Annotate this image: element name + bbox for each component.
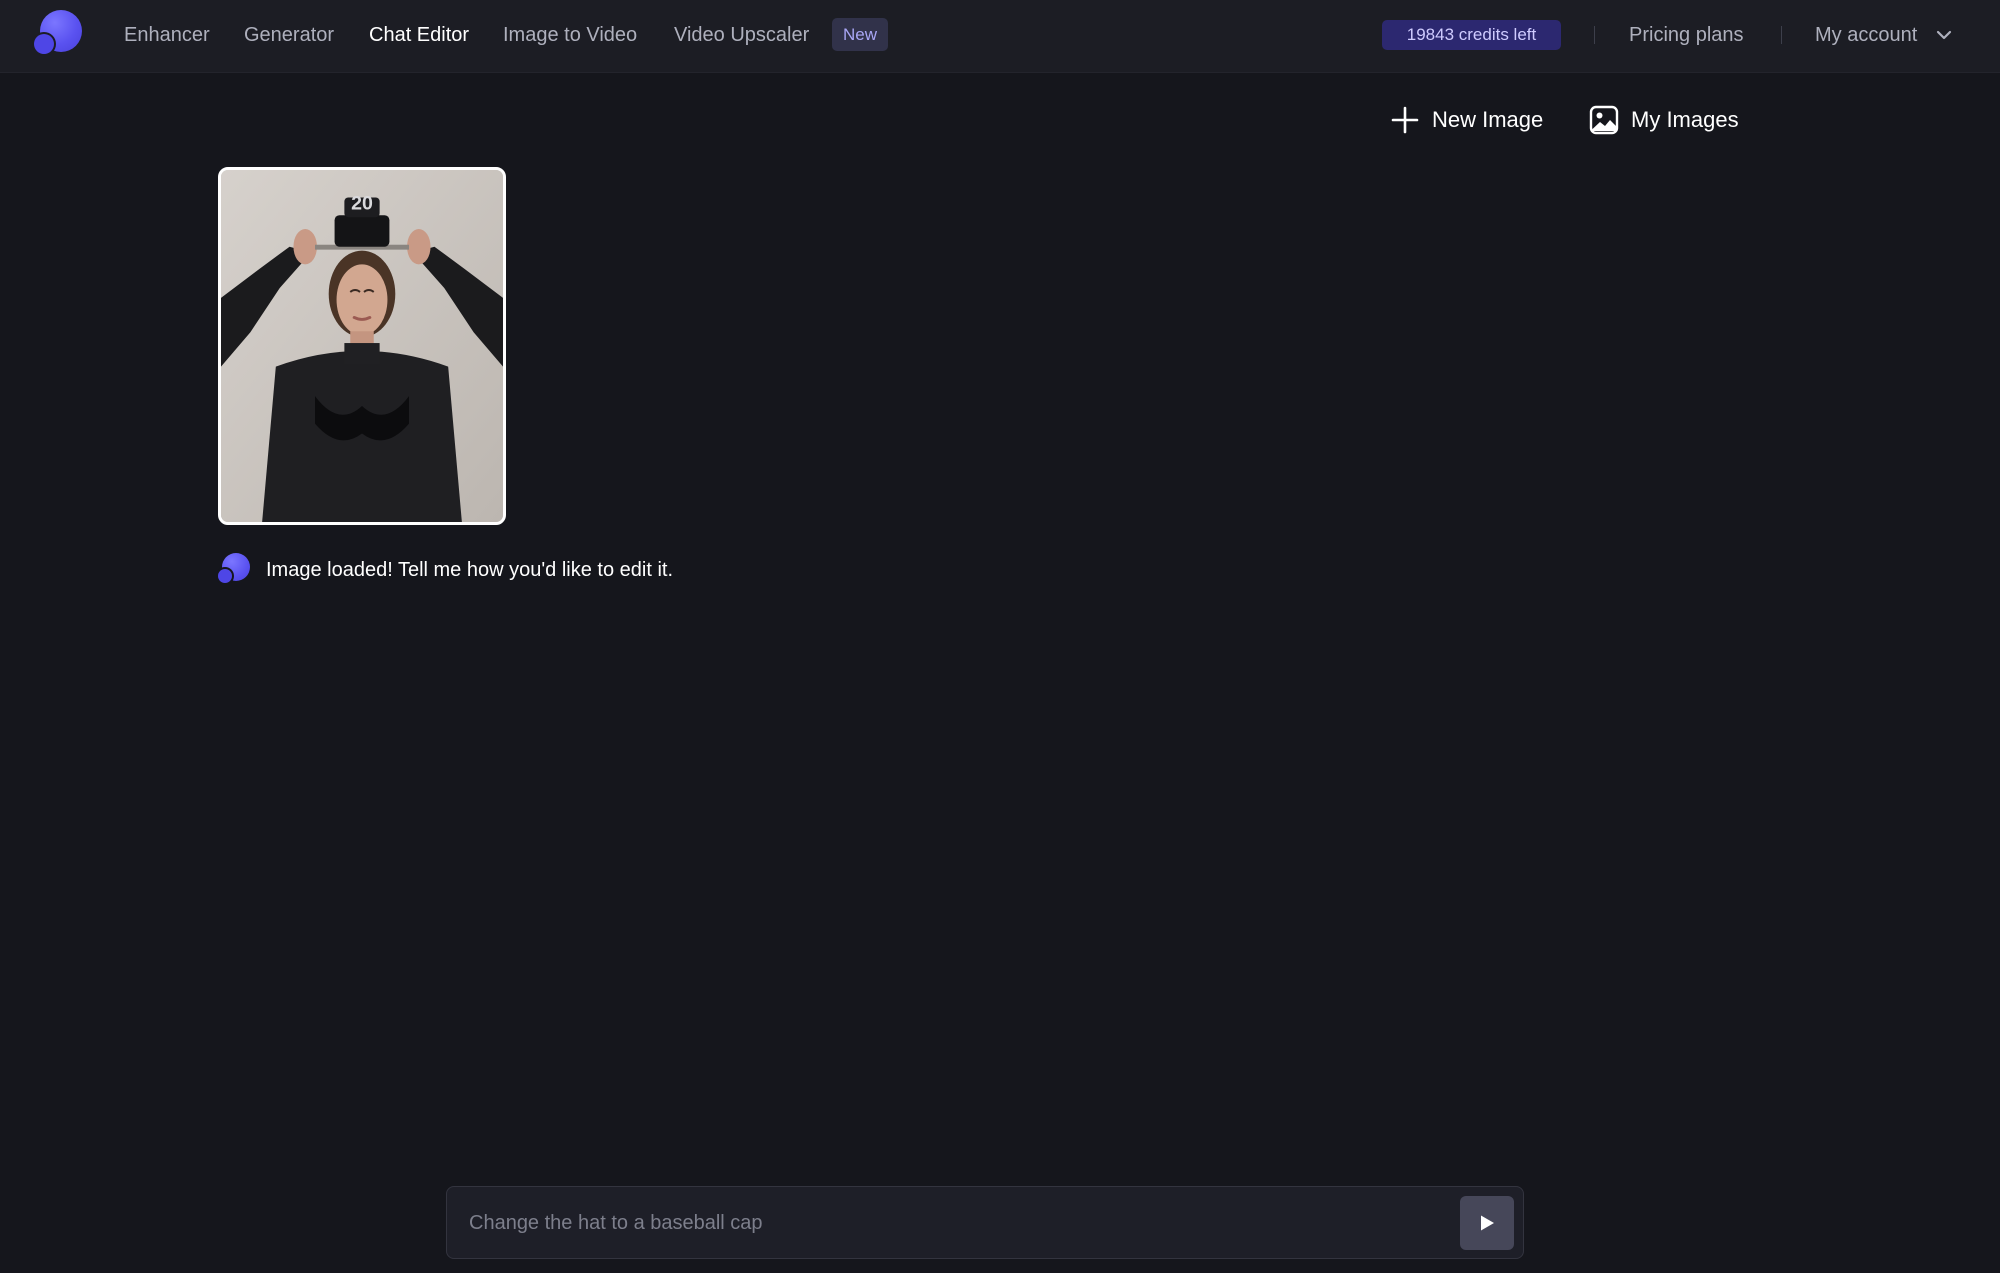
app-logo-icon[interactable]	[34, 10, 84, 58]
chevron-down-icon[interactable]	[1934, 25, 1954, 45]
nav-divider	[1781, 26, 1782, 44]
my-account-menu[interactable]: My account	[1815, 22, 1917, 48]
nav-link-chat-editor[interactable]: Chat Editor	[369, 22, 469, 48]
new-badge: New	[832, 18, 889, 51]
logo-circle-small	[34, 34, 54, 54]
nav-link-enhancer[interactable]: Enhancer	[124, 22, 210, 48]
nav-divider	[1594, 26, 1595, 44]
svg-text:20: 20	[351, 192, 373, 214]
prompt-box	[446, 1186, 1524, 1259]
plus-icon	[1391, 106, 1419, 134]
bot-avatar-circle-small	[218, 569, 232, 583]
new-image-button[interactable]: New Image	[1390, 103, 1543, 137]
pricing-plans-link[interactable]: Pricing plans	[1629, 22, 1744, 48]
new-image-label: New Image	[1432, 107, 1544, 132]
my-images-label: My Images	[1631, 107, 1739, 132]
nav-link-generator[interactable]: Generator	[244, 22, 334, 48]
my-images-button[interactable]: My Images	[1589, 103, 1739, 137]
nav-link-video-upscaler[interactable]: Video Upscaler	[674, 22, 809, 48]
uploaded-photo-illustration: 20	[221, 170, 503, 522]
bot-message: Image loaded! Tell me how you'd like to …	[266, 559, 674, 581]
bot-avatar-icon	[218, 553, 252, 587]
send-play-icon	[1481, 1215, 1494, 1231]
prompt-input[interactable]	[469, 1205, 1409, 1241]
credits-badge[interactable]: 19843 credits left	[1382, 20, 1561, 50]
send-button[interactable]	[1460, 1196, 1514, 1250]
image-icon	[1589, 105, 1619, 135]
nav-link-image-to-video[interactable]: Image to Video	[503, 22, 637, 48]
top-navigation-bar: Enhancer Generator Chat Editor Image to …	[0, 0, 2000, 73]
uploaded-photo[interactable]: 20	[218, 167, 506, 525]
